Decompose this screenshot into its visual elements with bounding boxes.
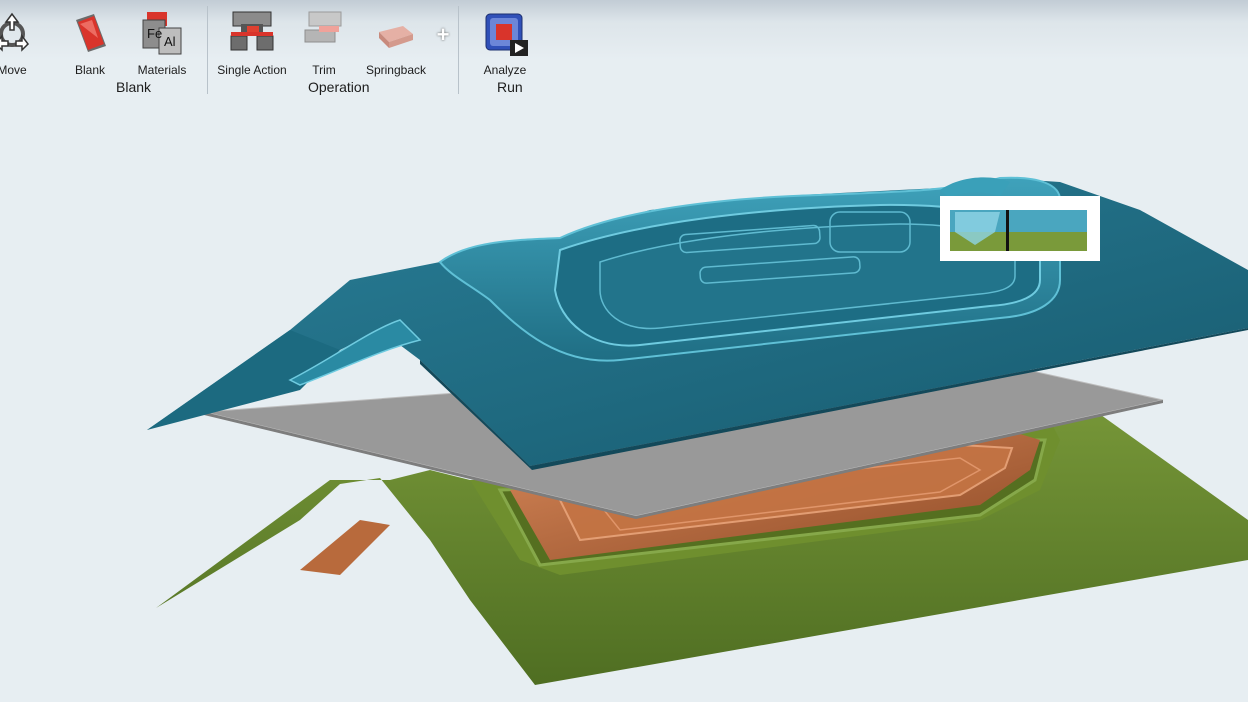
materials-label: Materials bbox=[137, 63, 187, 77]
group-divider bbox=[458, 6, 459, 94]
move-label: Move bbox=[0, 63, 27, 77]
group-divider bbox=[207, 6, 208, 94]
single-action-button[interactable]: Single Action bbox=[212, 4, 292, 80]
move-button[interactable]: Move bbox=[0, 4, 52, 80]
materials-icon: Fe Al bbox=[142, 12, 182, 55]
move-icon bbox=[0, 12, 29, 52]
single-action-label: Single Action bbox=[217, 63, 287, 77]
3d-viewport[interactable] bbox=[0, 100, 1248, 702]
trim-button[interactable]: Trim bbox=[284, 4, 364, 80]
springback-button[interactable]: Springback bbox=[356, 4, 436, 80]
trim-icon bbox=[304, 11, 342, 43]
single-action-icon bbox=[230, 11, 274, 51]
blank-button[interactable]: Blank bbox=[50, 4, 130, 80]
view-legend-widget bbox=[940, 196, 1100, 261]
springback-label: Springback bbox=[365, 63, 427, 77]
group-label-operation: Operation bbox=[308, 79, 370, 95]
analyze-label: Analyze bbox=[483, 63, 527, 77]
analyze-button[interactable]: Analyze bbox=[465, 4, 545, 80]
springback-icon bbox=[379, 26, 413, 48]
blank-icon bbox=[76, 14, 106, 52]
analyze-icon bbox=[485, 13, 528, 56]
group-label-run: Run bbox=[497, 79, 523, 95]
blank-label: Blank bbox=[74, 63, 106, 77]
add-icon: + bbox=[436, 22, 450, 47]
materials-button[interactable]: Fe Al Materials bbox=[122, 4, 202, 80]
add-operation-button[interactable]: + bbox=[433, 4, 453, 80]
group-label-blank: Blank bbox=[116, 79, 152, 95]
materials-fe-text: Fe bbox=[147, 26, 162, 41]
trim-label: Trim bbox=[312, 63, 336, 77]
materials-al-text: Al bbox=[164, 34, 176, 49]
ribbon-toolbar: Move Blank Fe Al Materials Blank Single … bbox=[0, 0, 1248, 100]
